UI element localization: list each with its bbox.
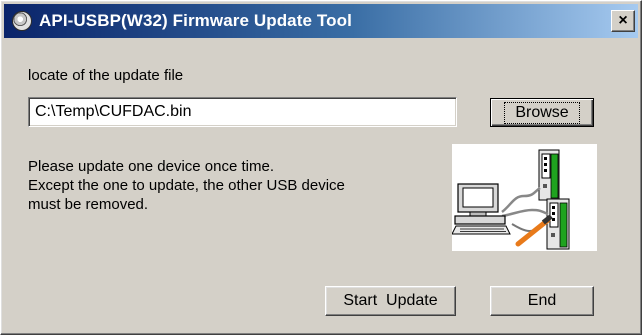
- browse-button-label: Browse: [504, 101, 580, 124]
- usb-device-icon: [546, 198, 570, 250]
- end-button[interactable]: End: [490, 286, 594, 316]
- update-file-path-input[interactable]: [28, 97, 457, 127]
- title-bar[interactable]: API-USBP(W32) Firmware Update Tool ×: [4, 4, 638, 38]
- instruction-line: Please update one device once time.: [28, 158, 274, 175]
- window-title: API-USBP(W32) Firmware Update Tool: [39, 11, 352, 30]
- pc-usb-device-illustration: [451, 144, 597, 251]
- instructions-text: Please update one device once time. Exce…: [28, 157, 428, 214]
- end-button-label: End: [527, 292, 557, 309]
- instruction-line: Except the one to update, the other USB …: [28, 177, 345, 194]
- computer-icon: [451, 183, 511, 235]
- start-update-button-label: Start Update: [343, 292, 438, 309]
- instruction-line: must be removed.: [28, 196, 149, 213]
- cd-disc-icon: [12, 11, 32, 31]
- close-button[interactable]: ×: [611, 10, 635, 32]
- firmware-update-dialog: API-USBP(W32) Firmware Update Tool × loc…: [0, 0, 642, 335]
- browse-button[interactable]: Browse: [490, 98, 594, 127]
- start-update-button[interactable]: Start Update: [325, 286, 456, 316]
- usb-device-icon: [538, 149, 560, 201]
- update-file-label: locate of the update file: [28, 67, 184, 84]
- close-icon: ×: [618, 12, 628, 29]
